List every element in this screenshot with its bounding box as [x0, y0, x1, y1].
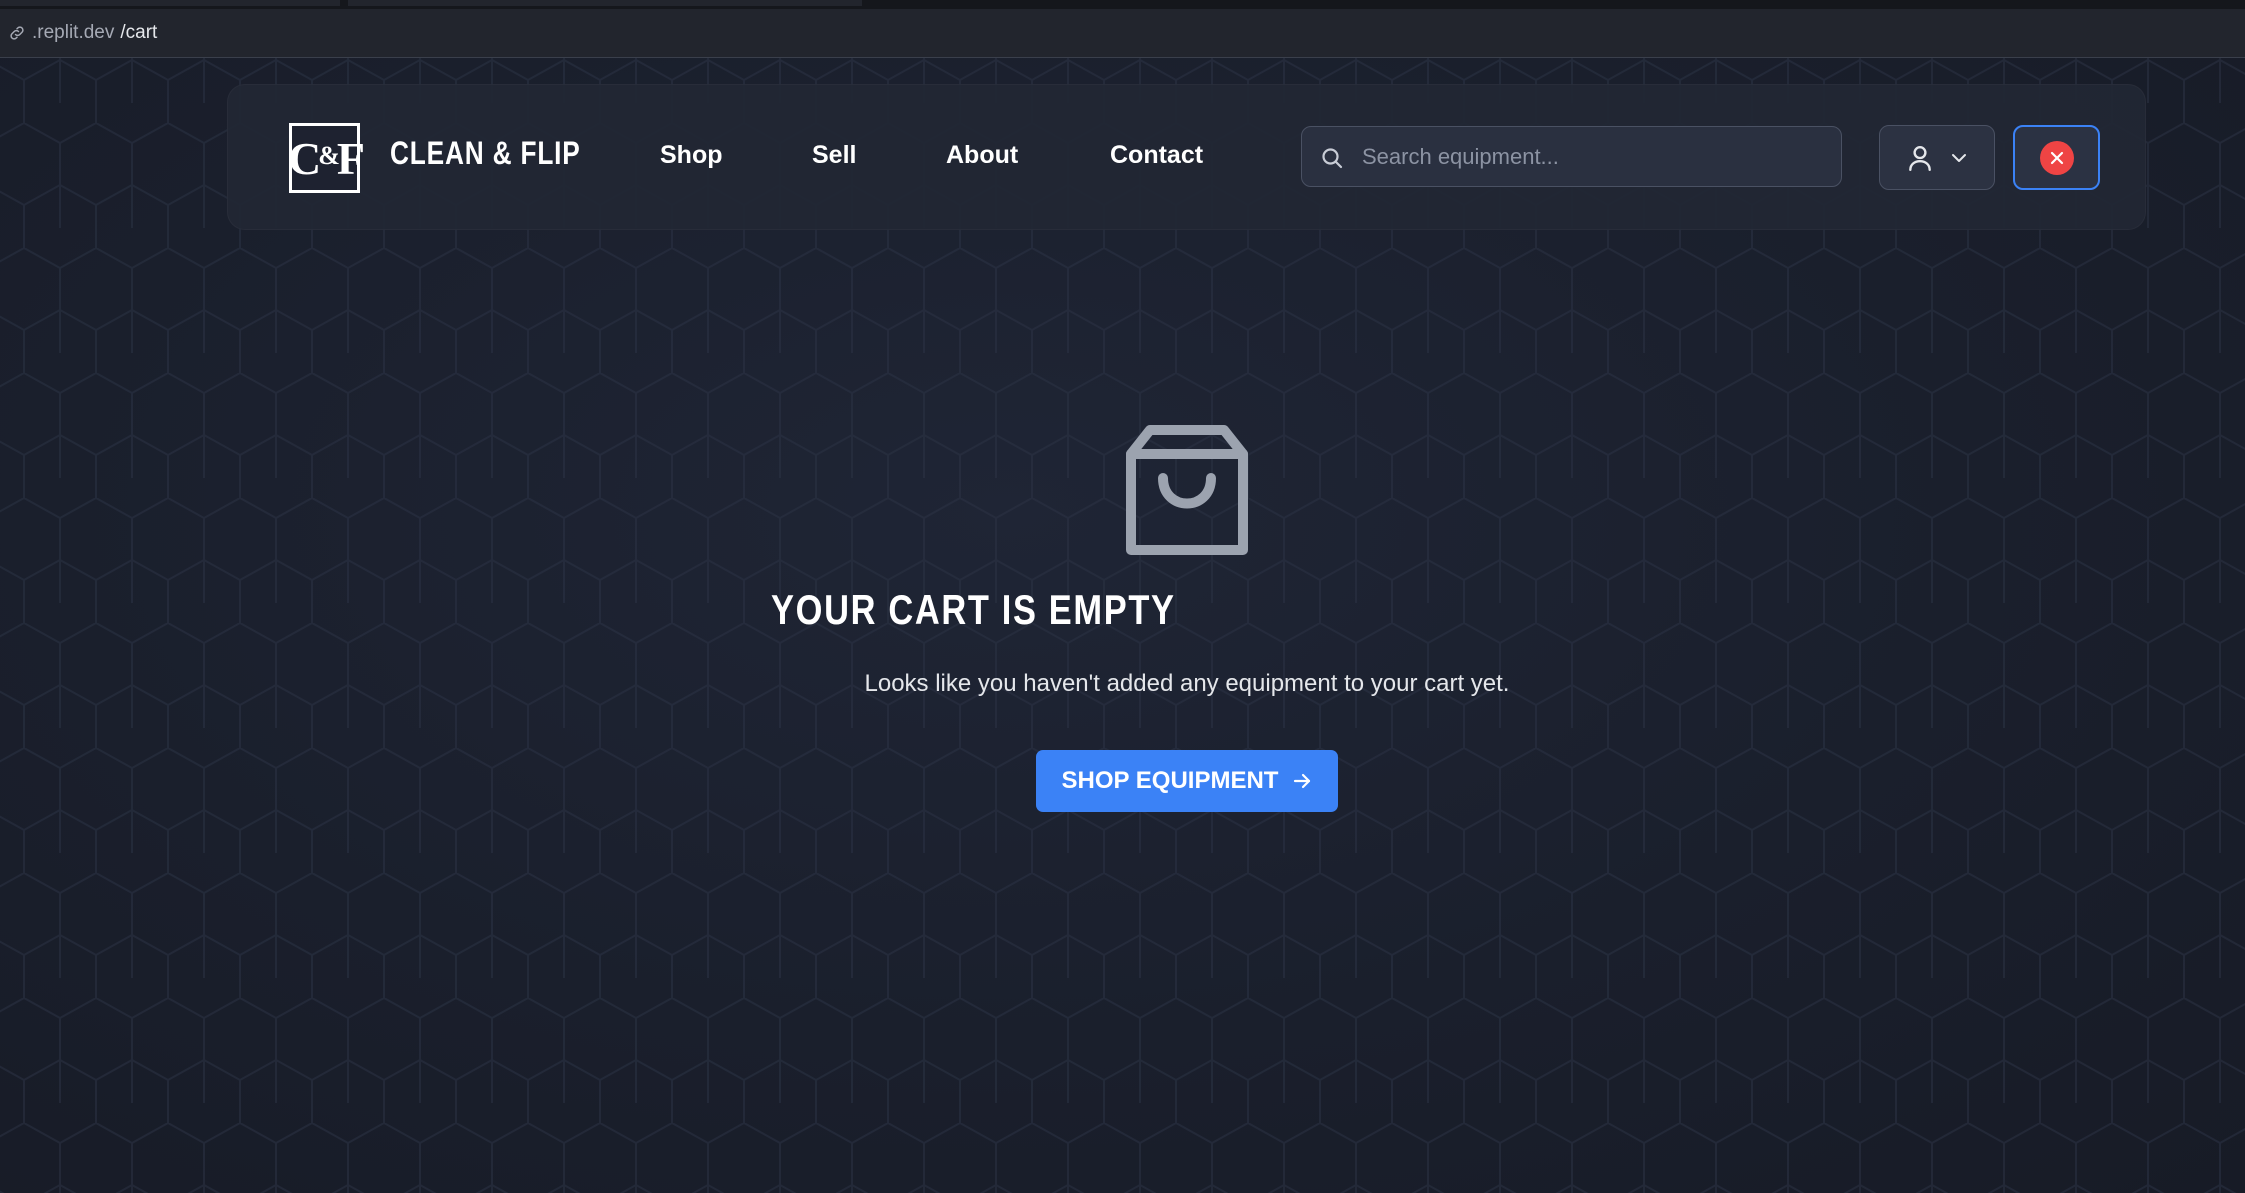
link-icon — [10, 26, 24, 40]
shop-equipment-label: SHOP EQUIPMENT — [1061, 767, 1279, 794]
shopping-bag-icon — [1126, 425, 1248, 555]
empty-cart-title: YOUR CART IS EMPTY — [771, 586, 1176, 633]
address-bar[interactable]: .replit.dev/cart — [8, 16, 157, 50]
url-host: .replit.dev — [32, 22, 115, 43]
browser-chrome: .replit.dev/cart — [0, 0, 2245, 58]
empty-cart-state: YOUR CART IS EMPTY Looks like you haven'… — [0, 58, 2245, 1193]
browser-tab[interactable] — [348, 0, 862, 6]
arrow-right-icon — [1294, 773, 1311, 789]
browser-tab-strip — [0, 0, 2245, 9]
browser-tab[interactable] — [0, 0, 340, 6]
shop-equipment-button[interactable]: SHOP EQUIPMENT — [1036, 750, 1338, 812]
url-path: /cart — [120, 22, 158, 43]
empty-cart-message: Looks like you haven't added any equipme… — [864, 670, 1510, 697]
page-body: C & F CLEAN & FLIP Shop Sell About Contact — [0, 58, 2245, 1193]
